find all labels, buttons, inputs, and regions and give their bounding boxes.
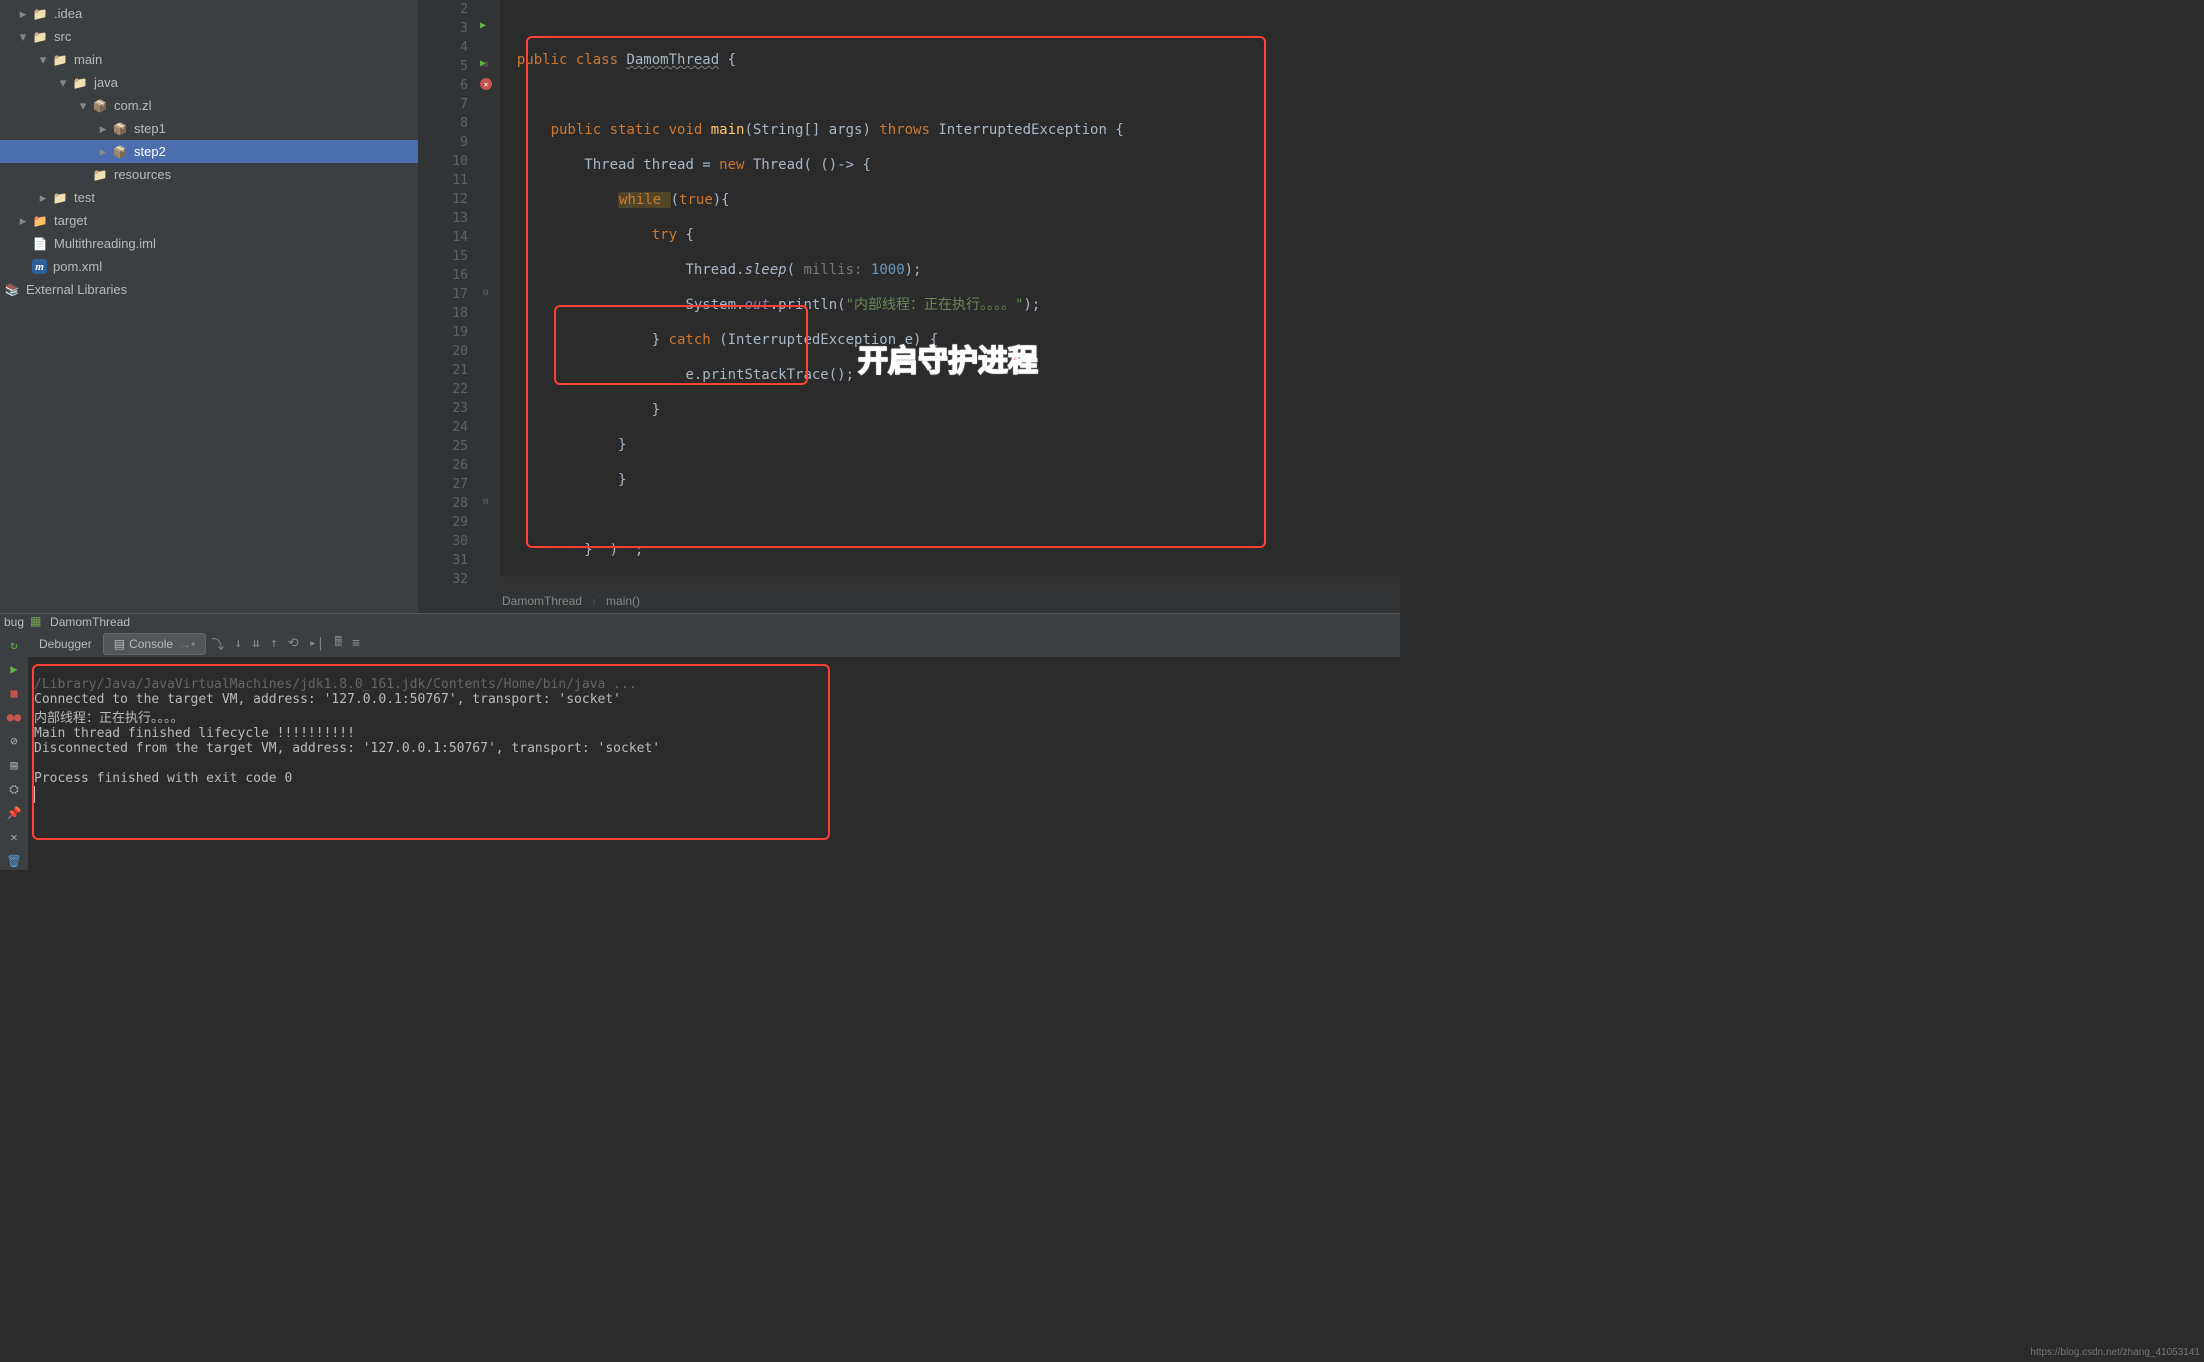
pin-icon[interactable]: 📌 <box>5 804 23 822</box>
tree-label: resources <box>114 167 171 182</box>
tree-node-main[interactable]: main <box>0 48 418 71</box>
folder-icon <box>32 29 48 45</box>
package-icon <box>112 121 128 137</box>
drop-frame-icon[interactable]: ⟲ <box>288 636 299 651</box>
watermark: https://blog.csdn.net/zhang_41053141 <box>2030 1347 2200 1358</box>
step-out-icon[interactable]: ↑ <box>270 636 278 651</box>
folder-icon <box>32 6 48 22</box>
debug-tabs[interactable]: Debugger ▤Console→• ⤵ ↓ ⇊ ↑ ⟲ ▸| 🖩 ≡ <box>28 630 1400 658</box>
tree-label: test <box>74 190 95 205</box>
tree-node-iml[interactable]: Multithreading.iml <box>0 232 418 255</box>
tree-node-resources[interactable]: resources <box>0 163 418 186</box>
tree-label: Multithreading.iml <box>54 236 156 251</box>
tree-node-test[interactable]: test <box>0 186 418 209</box>
tree-label: src <box>54 29 71 44</box>
tree-label: java <box>94 75 118 90</box>
mute-breakpoints-icon[interactable]: ⊘ <box>5 732 23 750</box>
tree-node-step2[interactable]: step2 <box>0 140 418 163</box>
tree-node-idea[interactable]: .idea <box>0 2 418 25</box>
force-step-into-icon[interactable]: ⇊ <box>252 636 260 651</box>
fold-icon[interactable]: ⊟ <box>483 60 488 70</box>
tree-node-src[interactable]: src <box>0 25 418 48</box>
package-icon <box>112 144 128 160</box>
run-class-icon[interactable]: ▶ <box>480 20 486 31</box>
console-line: Main thread finished lifecycle !!!!!!!!!… <box>34 726 355 741</box>
console-line: /Library/Java/JavaVirtualMachines/jdk1.8… <box>34 677 637 692</box>
console-line: Connected to the target VM, address: '12… <box>34 692 621 707</box>
tree-node-step1[interactable]: step1 <box>0 117 418 140</box>
tab-debugger[interactable]: Debugger <box>28 633 103 655</box>
cursor-caret <box>34 786 35 803</box>
tree-label: main <box>74 52 102 67</box>
run-to-cursor-icon[interactable]: ▸| <box>309 636 325 651</box>
package-icon <box>92 98 108 114</box>
console-output[interactable]: /Library/Java/JavaVirtualMachines/jdk1.8… <box>28 658 1400 870</box>
folder-icon <box>52 52 68 68</box>
evaluate-icon[interactable]: 🖩 <box>334 633 342 655</box>
tree-label: step2 <box>134 144 166 159</box>
tree-label: target <box>54 213 87 228</box>
tree-label: External Libraries <box>26 282 127 297</box>
close-icon[interactable]: ✕ <box>5 828 23 846</box>
debug-label-bug: bug <box>4 615 24 629</box>
view-breakpoints-icon[interactable]: ●● <box>5 708 23 726</box>
line-number-gutter: 2345678910111213141516171819202122232425… <box>418 0 478 589</box>
trace-icon[interactable]: ≡ <box>352 636 360 651</box>
code-content[interactable]: public class DamomThread { public static… <box>500 0 1400 589</box>
folder-icon <box>32 213 48 229</box>
stop-icon[interactable]: ■ <box>5 684 23 702</box>
tree-node-java[interactable]: java <box>0 71 418 94</box>
settings-icon[interactable]: ⛭ <box>5 780 23 798</box>
tree-label: step1 <box>134 121 166 136</box>
breadcrumb-class[interactable]: DamomThread <box>502 594 582 608</box>
rerun-icon[interactable]: ↻ <box>5 636 23 654</box>
folder-icon <box>92 167 108 183</box>
step-into-icon[interactable]: ↓ <box>234 636 242 651</box>
debug-header: bug ▦ DamomThread <box>0 614 1400 630</box>
console-line: Disconnected from the target VM, address… <box>34 741 660 756</box>
debug-side-toolbar[interactable]: ↻ ▶ ■ ●● ⊘ ▤ ⛭ 📌 ✕ 🗑 <box>0 630 28 870</box>
resume-icon[interactable]: ▶ <box>5 660 23 678</box>
layout-icon[interactable]: ▤ <box>5 756 23 774</box>
breadcrumb-method[interactable]: main() <box>606 594 640 608</box>
breadcrumbs[interactable]: DamomThread › main() <box>418 589 1400 613</box>
trash-icon[interactable]: 🗑 <box>5 852 23 870</box>
console-line: Process finished with exit code 0 <box>34 771 292 786</box>
fold-icon[interactable]: ⊟ <box>483 497 488 507</box>
tree-node-pom[interactable]: pom.xml <box>0 255 418 278</box>
folder-icon <box>52 190 68 206</box>
tree-label: com.zl <box>114 98 152 113</box>
code-editor[interactable]: 2345678910111213141516171819202122232425… <box>418 0 1400 613</box>
library-icon <box>4 282 20 298</box>
console-line: 内部线程：正在执行。。。。 <box>34 711 184 726</box>
project-tree[interactable]: .idea src main java com.zl step1 step2 r… <box>0 0 418 613</box>
folder-icon <box>72 75 88 91</box>
tree-node-ext-libs[interactable]: External Libraries <box>0 278 418 301</box>
step-over-icon[interactable]: ⤵ <box>211 634 224 653</box>
breakpoint-icon[interactable]: ⨯ <box>480 78 492 90</box>
maven-icon <box>32 259 47 274</box>
debug-config-name[interactable]: DamomThread <box>50 615 130 629</box>
tree-label: .idea <box>54 6 82 21</box>
tree-label: pom.xml <box>53 259 102 274</box>
app-icon: ▦ <box>30 614 46 630</box>
fold-icon[interactable]: ⊟ <box>483 288 488 298</box>
annotation-text: 开启守护进程 <box>858 336 1038 380</box>
debug-panel[interactable]: bug ▦ DamomThread ↻ ▶ ■ ●● ⊘ ▤ ⛭ 📌 ✕ 🗑 D… <box>0 613 1400 866</box>
breadcrumb-separator: › <box>592 594 596 608</box>
tree-node-target[interactable]: target <box>0 209 418 232</box>
gutter-icons[interactable]: ▶ ▶ ⨯ ⊟ ⊟ ⊟ <box>478 0 500 589</box>
tree-node-pkg[interactable]: com.zl <box>0 94 418 117</box>
tab-console[interactable]: ▤Console→• <box>103 633 207 655</box>
file-icon <box>32 236 48 252</box>
